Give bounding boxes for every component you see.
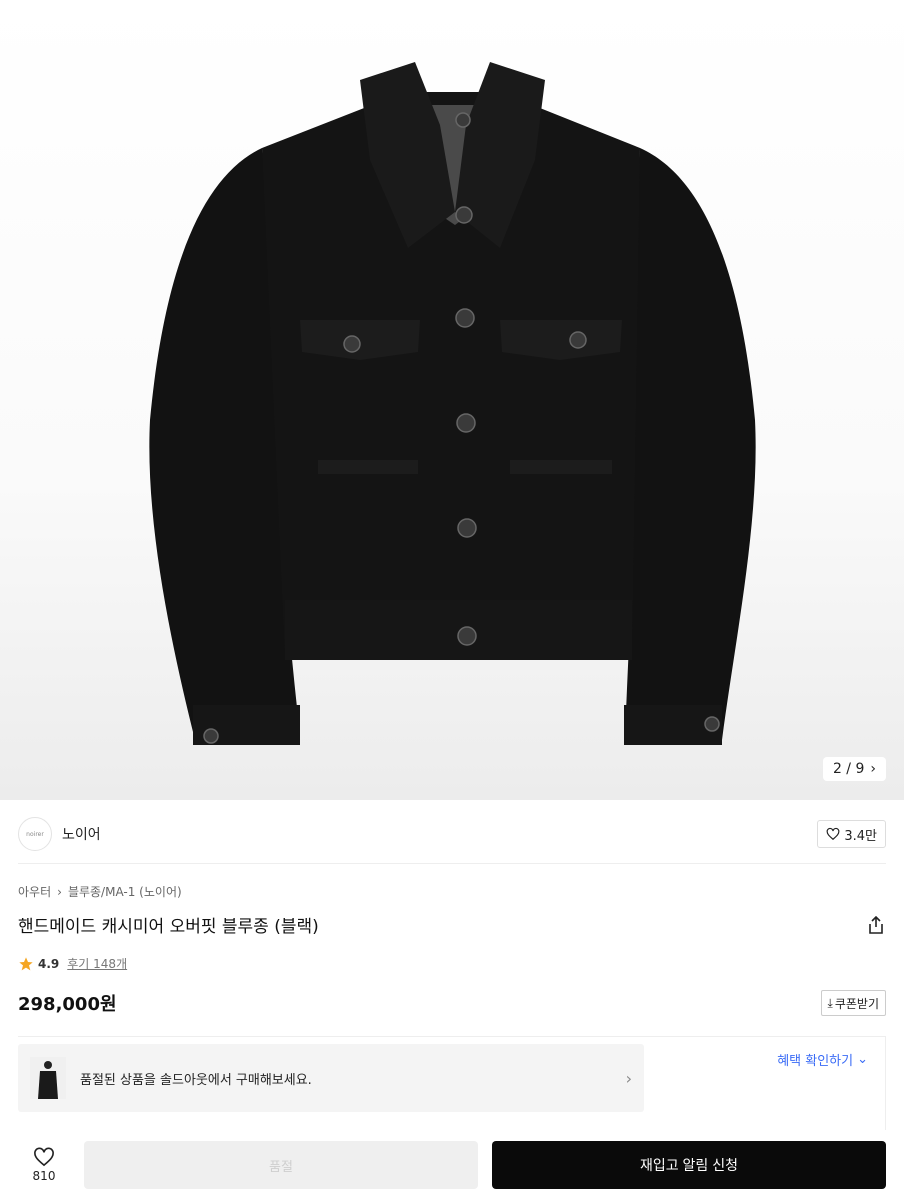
brand-like-button[interactable]: 3.4만 xyxy=(817,820,886,848)
divider xyxy=(18,863,886,864)
restock-alert-button[interactable]: 재입고 알림 신청 xyxy=(492,1141,886,1189)
price-row: 298,000원 ⤓ 쿠폰받기 xyxy=(18,990,886,1016)
brand-logo[interactable]: noirer xyxy=(18,817,52,851)
benefit-link-label: 혜택 확인하기 xyxy=(777,1054,854,1069)
product-price: 298,000원 xyxy=(18,994,117,1015)
brand-like-count: 3.4만 xyxy=(844,828,877,844)
image-counter[interactable]: 2 / 9 › xyxy=(822,757,886,781)
wish-count: 810 xyxy=(32,1169,56,1183)
soldout-button[interactable]: 품절 xyxy=(84,1141,478,1189)
soldout-banner[interactable]: 품절된 상품을 솔드아웃에서 구매해보세요. › xyxy=(18,1044,644,1112)
soldout-banner-text: 품절된 상품을 솔드아웃에서 구매해보세요. xyxy=(80,1072,312,1088)
wish-button[interactable]: 810 xyxy=(18,1147,70,1183)
jacket-image xyxy=(149,62,756,745)
person-icon xyxy=(38,1061,58,1099)
title-row: 핸드메이드 캐시미어 오버핏 블루종 (블랙) xyxy=(18,912,886,937)
image-counter-label: 2 / 9 xyxy=(832,761,865,777)
benefit-link[interactable]: 혜택 확인하기 ⌄ xyxy=(777,1050,868,1069)
coupon-button-label: 쿠폰받기 xyxy=(834,996,879,1011)
breadcrumb-category[interactable]: 아우터 xyxy=(18,883,51,900)
bottom-action-bar: 810 품절 재입고 알림 신청 xyxy=(0,1130,904,1200)
rating-row: 4.9 후기 148개 xyxy=(18,955,127,972)
brand-name[interactable]: 노이어 xyxy=(62,824,101,844)
brand-row: noirer 노이어 3.4만 xyxy=(18,814,886,854)
rating-value: 4.9 xyxy=(38,956,60,971)
heart-icon xyxy=(826,827,840,841)
share-button[interactable] xyxy=(866,915,886,935)
soldout-thumbnail xyxy=(30,1057,66,1099)
chevron-right-icon: › xyxy=(870,761,876,777)
chevron-down-icon: ⌄ xyxy=(857,1052,868,1067)
share-icon xyxy=(869,915,883,934)
review-link[interactable]: 후기 148개 xyxy=(67,955,127,972)
chevron-right-icon: › xyxy=(625,1068,632,1088)
product-image-gallery[interactable]: 2 / 9 › xyxy=(0,0,904,800)
brand-logo-text: noirer xyxy=(26,830,44,838)
heart-icon xyxy=(34,1147,54,1167)
coupon-button[interactable]: ⤓ 쿠폰받기 xyxy=(820,990,886,1016)
breadcrumb: 아우터 › 블루종/MA-1 (노이어) xyxy=(18,883,182,900)
star-icon xyxy=(19,956,33,970)
chevron-right-icon: › xyxy=(57,884,62,899)
download-icon: ⤓ xyxy=(827,995,833,1010)
product-title: 핸드메이드 캐시미어 오버핏 블루종 (블랙) xyxy=(18,917,319,937)
breadcrumb-subcategory[interactable]: 블루종/MA-1 (노이어) xyxy=(68,883,182,900)
